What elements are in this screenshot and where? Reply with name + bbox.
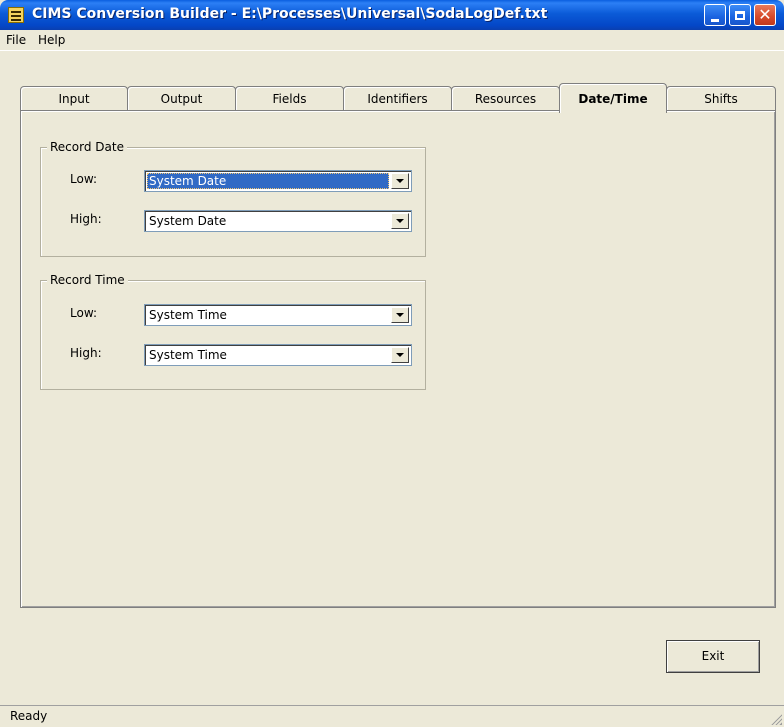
title-bar[interactable]: CIMS Conversion Builder - E:\Processes\U…	[0, 0, 784, 30]
record-date-group: Record Date Low: System Date High: Syste…	[40, 140, 426, 257]
record-time-high-select[interactable]: System Time	[144, 344, 412, 366]
record-date-high-select[interactable]: System Date	[144, 210, 412, 232]
record-date-low-value: System Date	[147, 173, 389, 189]
menu-file[interactable]: File	[4, 33, 28, 47]
close-button[interactable]: ✕	[754, 4, 776, 26]
maximize-icon	[735, 10, 745, 20]
record-time-low-label: Low:	[70, 306, 98, 320]
record-time-high-label: High:	[70, 346, 102, 360]
record-date-low-label: Low:	[70, 172, 98, 186]
record-time-high-dropdown-button[interactable]	[391, 347, 409, 363]
tab-input[interactable]: Input	[20, 86, 128, 110]
app-icon[interactable]	[8, 7, 24, 23]
status-bar: Ready	[0, 705, 784, 727]
record-time-group: Record Time Low: System Time High: Syste…	[40, 273, 426, 390]
tab-shifts[interactable]: Shifts	[666, 86, 776, 110]
record-time-legend: Record Time	[47, 273, 128, 287]
maximize-button[interactable]	[729, 4, 751, 26]
record-date-legend: Record Date	[47, 140, 127, 154]
record-time-high-value: System Time	[149, 348, 227, 362]
record-date-low-select[interactable]: System Date	[144, 170, 412, 192]
chevron-down-icon	[396, 179, 404, 183]
status-text: Ready	[10, 709, 48, 723]
main-window: CIMS Conversion Builder - E:\Processes\U…	[0, 0, 784, 727]
resize-grip-icon[interactable]	[770, 713, 782, 725]
tab-output[interactable]: Output	[127, 86, 236, 110]
chevron-down-icon	[396, 219, 404, 223]
tab-identifiers[interactable]: Identifiers	[343, 86, 452, 110]
exit-button[interactable]: Exit	[666, 640, 760, 673]
record-time-low-dropdown-button[interactable]	[391, 307, 409, 323]
record-time-low-select[interactable]: System Time	[144, 304, 412, 326]
window-title: CIMS Conversion Builder - E:\Processes\U…	[32, 6, 548, 22]
record-date-high-value: System Date	[149, 214, 227, 228]
tab-date-time[interactable]: Date/Time	[559, 83, 667, 113]
record-time-low-value: System Time	[149, 308, 227, 322]
menu-help[interactable]: Help	[36, 33, 67, 47]
tab-panel-date-time: Record Date Low: System Date High: Syste…	[20, 110, 776, 608]
record-date-high-label: High:	[70, 212, 102, 226]
menu-bar: File Help	[0, 30, 784, 51]
minimize-button[interactable]	[704, 4, 726, 26]
close-icon: ✕	[758, 5, 772, 24]
record-date-low-dropdown-button[interactable]	[391, 173, 409, 189]
tab-fields[interactable]: Fields	[235, 86, 344, 110]
chevron-down-icon	[396, 353, 404, 357]
record-date-high-dropdown-button[interactable]	[391, 213, 409, 229]
tab-resources[interactable]: Resources	[451, 86, 560, 110]
minimize-icon	[711, 18, 719, 22]
chevron-down-icon	[396, 313, 404, 317]
